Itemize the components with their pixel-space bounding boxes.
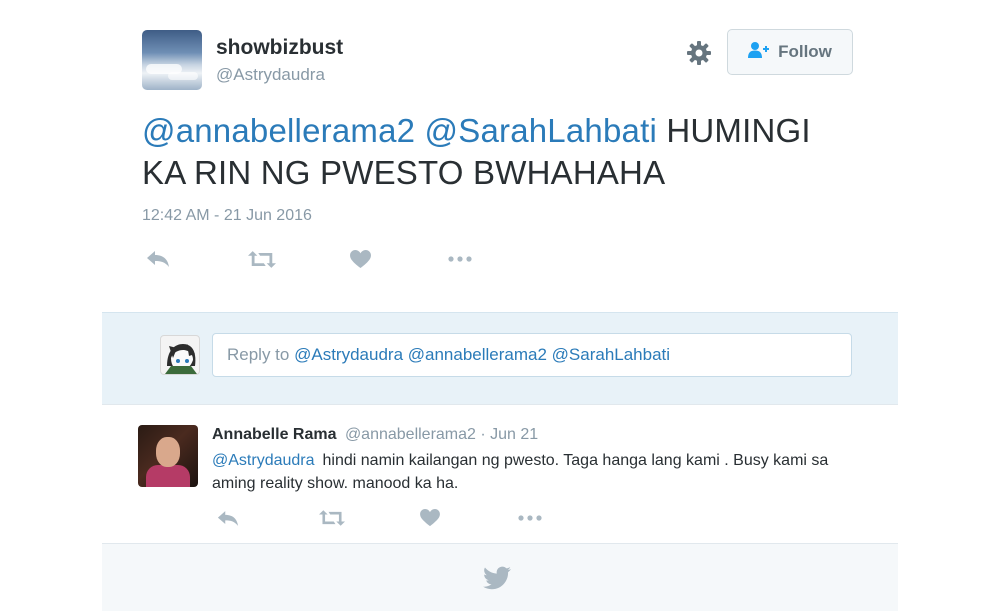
reply-tweet[interactable]: Annabelle Rama @annabellerama2 · Jun 21 … — [102, 404, 898, 544]
add-user-icon — [748, 41, 770, 64]
reply-icon[interactable] — [142, 246, 174, 272]
reply-composer: Reply to @Astrydaudra @annabellerama2 @S… — [102, 312, 898, 404]
reply-input[interactable]: Reply to @Astrydaudra @annabellerama2 @S… — [212, 333, 852, 377]
more-icon[interactable] — [514, 505, 546, 531]
reply-meta[interactable]: @annabellerama2 · Jun 21 — [345, 426, 538, 443]
timeline-footer — [102, 544, 898, 611]
reply-header: Annabelle Rama @annabellerama2 · Jun 21 — [212, 426, 538, 444]
twitter-bird-icon — [483, 566, 511, 590]
user-avatar[interactable] — [142, 30, 202, 90]
user-handle[interactable]: @Astrydaudra — [216, 65, 325, 85]
current-user-avatar — [160, 335, 200, 375]
follow-button[interactable]: Follow — [727, 29, 853, 75]
reply-avatar[interactable] — [138, 425, 198, 487]
tweet-text: @annabellerama2 @SarahLahbati HUMINGI KA… — [142, 110, 862, 194]
display-name[interactable]: showbizbust — [216, 36, 343, 60]
heart-icon[interactable] — [414, 505, 446, 531]
reply-text: @Astrydaudra hindi namin kailangan ng pwe… — [212, 449, 862, 495]
tweet-body: KA RIN NG PWESTO BWHAHAHA — [142, 154, 666, 191]
retweet-icon[interactable] — [242, 246, 282, 272]
heart-icon[interactable] — [344, 246, 376, 272]
follow-label: Follow — [778, 42, 832, 61]
reply-icon[interactable] — [212, 505, 244, 531]
tweet-timestamp[interactable]: 12:42 AM - 21 Jun 2016 — [142, 207, 312, 225]
more-icon[interactable] — [444, 246, 476, 272]
main-tweet: showbizbust @Astrydaudra Follow @annabel… — [0, 0, 1000, 312]
reply-mentions: @Astrydaudra @annabellerama2 @SarahLahba… — [294, 345, 671, 364]
mention-link[interactable]: @SarahLahbati — [425, 112, 657, 149]
gear-icon[interactable] — [684, 38, 714, 68]
mention-link[interactable]: @Astrydaudra — [212, 452, 315, 469]
mention-link[interactable]: @annabellerama2 — [142, 112, 415, 149]
retweet-icon[interactable] — [312, 505, 352, 531]
reply-display-name[interactable]: Annabelle Rama — [212, 426, 336, 443]
tweet-body: HUMINGI — [666, 112, 811, 149]
reply-prefix: Reply to — [227, 345, 290, 364]
